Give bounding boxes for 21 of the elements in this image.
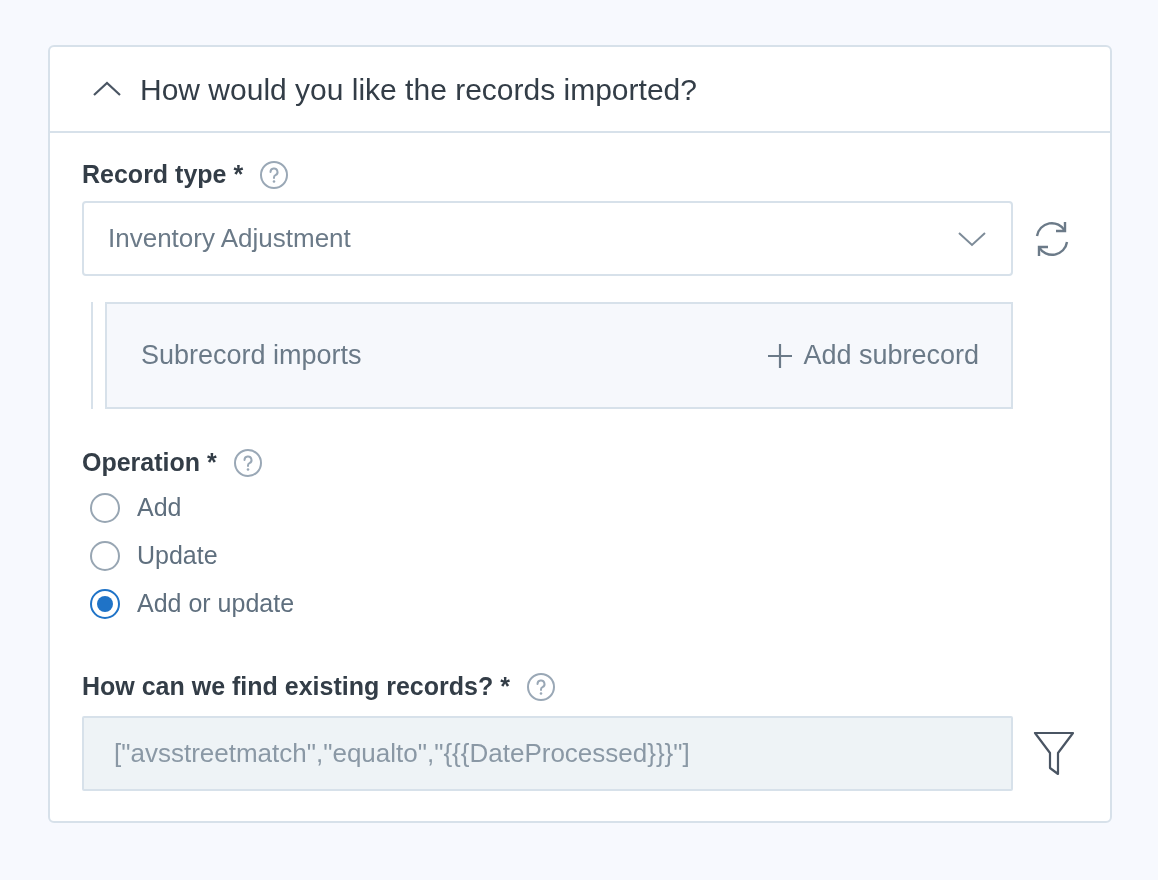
help-icon[interactable] (232, 448, 263, 478)
subrecord-label: Subrecord imports (141, 339, 362, 373)
radio-label: Add (137, 492, 182, 524)
plus-icon (767, 342, 794, 369)
filter-icon[interactable] (1033, 730, 1075, 777)
section-title: How would you like the records imported? (140, 71, 697, 108)
field-label: How can we find existing records? * (82, 671, 510, 703)
chevron-up-icon[interactable] (92, 81, 122, 97)
field-label: Operation * (82, 447, 217, 479)
chevron-down-icon (957, 230, 987, 247)
field-label: Record type * (82, 159, 244, 191)
radio-label: Update (137, 540, 218, 572)
radio-button[interactable] (90, 541, 120, 571)
radio-button[interactable] (90, 493, 120, 523)
record-type-select[interactable]: Inventory Adjustment (82, 201, 1013, 276)
help-icon[interactable] (259, 160, 290, 190)
radio-label: Add or update (137, 588, 295, 620)
radio-button[interactable] (90, 589, 120, 619)
help-icon[interactable] (525, 672, 556, 702)
add-subrecord-button[interactable]: Add subrecord (767, 335, 979, 376)
section-header[interactable]: How would you like the records imported? (50, 47, 1110, 133)
